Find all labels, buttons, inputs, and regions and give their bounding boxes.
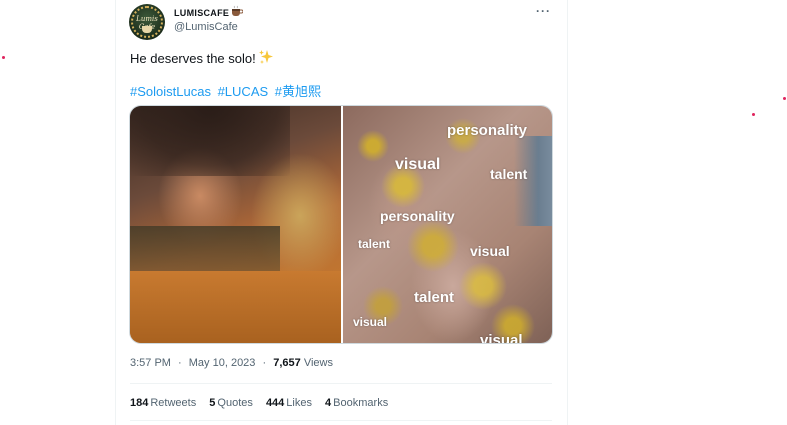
- photo-sweater-area: [130, 271, 341, 343]
- views-label: Views: [303, 357, 333, 369]
- likes-stat[interactable]: 444 Likes: [266, 397, 312, 409]
- overlay-word: visual: [480, 332, 523, 344]
- views-count: 7,657: [273, 357, 301, 369]
- engagement-stats: 184 Retweets 5 Quotes 444 Likes 4 Bookmarks: [130, 397, 398, 409]
- quotes-label: Quotes: [217, 397, 253, 409]
- hashtag-link[interactable]: #LUCAS: [218, 84, 269, 99]
- decorative-dot: [752, 113, 755, 116]
- divider-line: [130, 420, 552, 421]
- retweets-count: 184: [130, 397, 149, 409]
- decorative-dot: [783, 97, 786, 100]
- author-name[interactable]: LUMISCAFE: [174, 8, 229, 18]
- sparkles-icon: [259, 50, 273, 64]
- retweets-label: Retweets: [150, 397, 197, 409]
- hashtag-link[interactable]: #SoloistLucas: [130, 84, 211, 99]
- meta-separator: ·: [178, 357, 182, 369]
- bookmarks-count: 4: [325, 397, 332, 409]
- overlay-word: visual: [353, 315, 388, 329]
- likes-count: 444: [265, 397, 285, 409]
- coffee-cup-icon: [232, 5, 243, 16]
- overlay-word: talent: [490, 166, 528, 182]
- overlay-word: talent: [414, 289, 455, 306]
- overlay-word: visual: [470, 243, 510, 259]
- overlay-word: personality: [380, 208, 455, 224]
- decorative-dot: [2, 56, 5, 59]
- cup-icon: [142, 26, 152, 33]
- divider-line: [130, 383, 552, 384]
- photo-hair-area: [130, 106, 290, 176]
- overlay-word: personality: [447, 122, 528, 139]
- meta-separator: ·: [262, 357, 267, 369]
- tweet-media: personality visual talent personality ta…: [129, 105, 553, 344]
- tweet-date[interactable]: May 10, 2023: [189, 357, 256, 369]
- author-handle[interactable]: @LumisCafe: [174, 21, 238, 33]
- overlay-word: visual: [395, 156, 441, 173]
- avatar[interactable]: Lumis Cafe: [129, 4, 165, 40]
- timeline-right-border: [567, 0, 568, 425]
- media-photo-left[interactable]: [130, 106, 341, 343]
- tweet-meta: 3:57 PM · May 10, 2023 · 7,657 Views: [130, 357, 333, 369]
- hashtags: #SoloistLucas #LUCAS #黄旭熙: [130, 81, 324, 100]
- tweet: Lumis Cafe LUMISCAFE @LumisCafe ··· He d…: [116, 0, 567, 425]
- likes-label: Likes: [286, 397, 312, 409]
- more-options-icon[interactable]: ···: [536, 4, 551, 18]
- overlay-word: talent: [358, 237, 391, 251]
- tweet-text: He deserves the solo!: [130, 51, 256, 66]
- media-photo-right[interactable]: personality visual talent personality ta…: [343, 106, 552, 344]
- quotes-stat[interactable]: 5 Quotes: [209, 397, 253, 409]
- bookmarks-stat[interactable]: 4 Bookmarks: [325, 397, 388, 409]
- hashtag-link[interactable]: #黄旭熙: [275, 84, 321, 99]
- bookmarks-label: Bookmarks: [333, 397, 389, 409]
- tweet-time[interactable]: 3:57 PM: [130, 357, 171, 369]
- retweets-stat[interactable]: 184 Retweets: [130, 397, 196, 409]
- quotes-count: 5: [209, 397, 216, 409]
